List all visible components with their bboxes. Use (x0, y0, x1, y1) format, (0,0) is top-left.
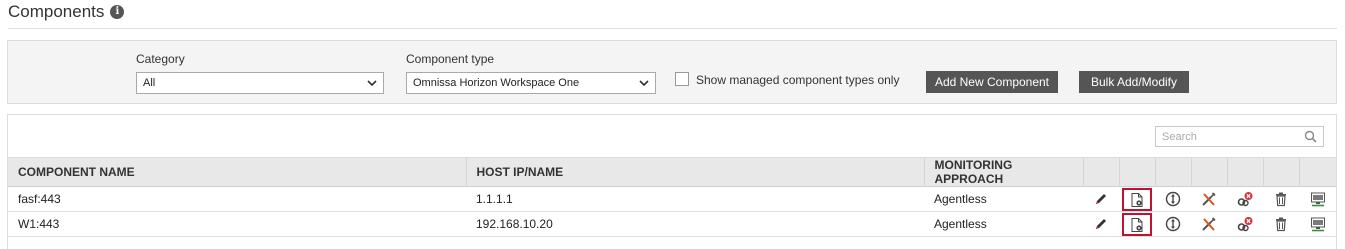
page-title: Components i (8, 2, 125, 22)
column-header-action (1227, 157, 1264, 187)
column-header-action (1083, 157, 1120, 187)
managed-only-label: Show managed component types only (696, 73, 900, 87)
config-highlight (1122, 212, 1152, 236)
config-action[interactable] (1119, 186, 1155, 212)
component-type-select-value: Omnissa Horizon Workspace One (413, 77, 580, 89)
tools-action[interactable] (1191, 211, 1227, 237)
category-select-value: All (143, 77, 156, 89)
cell-monitoring-approach: Agentless (924, 186, 1083, 212)
unmanage-icon[interactable] (1237, 191, 1253, 207)
delete-action[interactable] (1263, 211, 1299, 237)
config-icon[interactable] (1129, 192, 1145, 208)
title-divider (8, 28, 1337, 29)
drag-move-icon[interactable] (1165, 216, 1181, 232)
drag-move-icon[interactable] (1165, 191, 1181, 207)
config-icon[interactable] (1129, 217, 1145, 233)
table-row[interactable]: W1:443 192.168.10.20 Agentless (8, 211, 1336, 237)
unmanage-action[interactable] (1227, 186, 1263, 212)
delete-action[interactable] (1263, 186, 1299, 212)
move-action[interactable] (1155, 211, 1191, 237)
edit-action[interactable] (1083, 211, 1119, 237)
column-header-monitoring-approach[interactable]: MONITORING APPROACH (924, 157, 1084, 187)
managed-only-checkbox[interactable] (675, 72, 689, 86)
edit-icon[interactable] (1093, 216, 1109, 232)
component-type-label: Component type (406, 52, 495, 66)
chevron-down-icon (367, 80, 377, 87)
cell-monitoring-approach: Agentless (924, 211, 1083, 237)
move-action[interactable] (1155, 186, 1191, 212)
chevron-down-icon (639, 80, 649, 87)
category-label: Category (136, 52, 185, 66)
search-box[interactable] (1155, 126, 1324, 147)
tools-icon[interactable] (1201, 191, 1217, 207)
table-row[interactable]: fasf:443 1.1.1.1 Agentless (8, 186, 1336, 212)
trash-icon[interactable] (1273, 191, 1289, 207)
bulk-add-modify-button[interactable]: Bulk Add/Modify (1079, 71, 1189, 93)
filter-panel: Category All Component type Omnissa Hori… (7, 40, 1337, 104)
column-header-component-name[interactable]: COMPONENT NAME (8, 157, 467, 187)
tools-action[interactable] (1191, 186, 1227, 212)
tools-icon[interactable] (1201, 216, 1217, 232)
edit-icon[interactable] (1093, 191, 1109, 207)
ip-action[interactable] (1299, 211, 1336, 237)
component-type-select[interactable]: Omnissa Horizon Workspace One (406, 72, 656, 94)
search-icon[interactable] (1304, 130, 1317, 143)
ip-action[interactable] (1299, 186, 1336, 212)
column-header-action (1299, 157, 1336, 187)
add-new-component-button[interactable]: Add New Component (926, 71, 1058, 93)
search-input[interactable] (1156, 127, 1296, 147)
column-header-action (1155, 157, 1192, 187)
cell-host: 1.1.1.1 (466, 186, 924, 212)
components-table-panel: COMPONENT NAME HOST IP/NAME MONITORING A… (7, 114, 1337, 249)
edit-action[interactable] (1083, 186, 1119, 212)
column-header-host[interactable]: HOST IP/NAME (466, 157, 925, 187)
trash-icon[interactable] (1273, 216, 1289, 232)
page-title-text: Components (8, 2, 105, 21)
ip-icon[interactable] (1310, 216, 1326, 232)
cell-component-name: W1:443 (8, 211, 466, 237)
category-select[interactable]: All (136, 72, 384, 94)
components-table: COMPONENT NAME HOST IP/NAME MONITORING A… (8, 157, 1336, 237)
config-highlight (1122, 187, 1152, 211)
table-header-row: COMPONENT NAME HOST IP/NAME MONITORING A… (8, 157, 1336, 187)
column-header-action (1263, 157, 1300, 187)
config-action[interactable] (1119, 211, 1155, 237)
cell-host: 192.168.10.20 (466, 211, 924, 237)
unmanage-action[interactable] (1227, 211, 1263, 237)
info-icon[interactable]: i (110, 5, 125, 19)
column-header-action (1119, 157, 1156, 187)
unmanage-icon[interactable] (1237, 216, 1253, 232)
ip-icon[interactable] (1310, 191, 1326, 207)
cell-component-name: fasf:443 (8, 186, 466, 212)
column-header-action (1191, 157, 1228, 187)
